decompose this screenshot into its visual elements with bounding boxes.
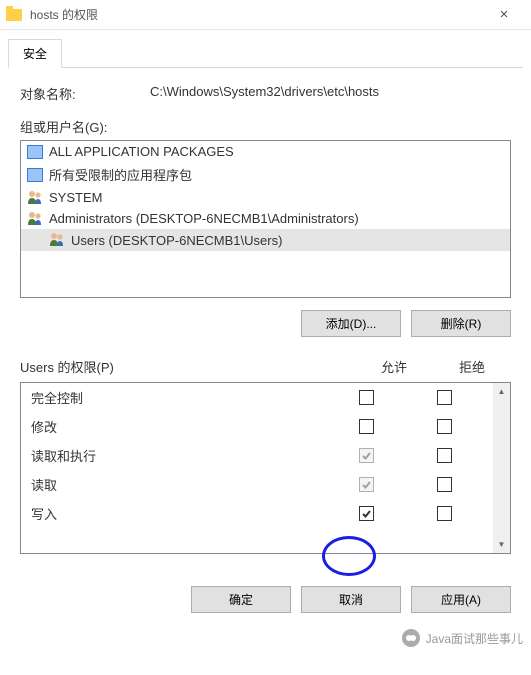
permission-row: 修改 [21, 412, 493, 441]
list-item[interactable]: Administrators (DESKTOP-6NECMB1\Administ… [21, 208, 510, 229]
cancel-button[interactable]: 取消 [301, 586, 401, 613]
groups-listbox[interactable]: ALL APPLICATION PACKAGES 所有受限制的应用程序包 SYS… [20, 140, 511, 298]
list-item-label: 所有受限制的应用程序包 [49, 165, 192, 184]
users-icon [49, 233, 65, 247]
list-item-label: SYSTEM [49, 190, 102, 205]
watermark-text: Java面试那些事儿 [426, 630, 523, 647]
list-item-label: Administrators (DESKTOP-6NECMB1\Administ… [49, 211, 359, 226]
window-title: hosts 的权限 [30, 6, 98, 23]
permission-name: 完全控制 [31, 388, 327, 407]
deny-checkbox[interactable] [437, 419, 452, 434]
groups-label: 组或用户名(G): [8, 117, 523, 140]
apply-button-label: 应用(A) [441, 593, 481, 607]
allow-checkbox[interactable] [359, 390, 374, 405]
permissions-list: 完全控制 修改 读取和执行 读取 [21, 383, 493, 553]
remove-button-label: 删除(R) [441, 317, 482, 331]
permissions-area: Users 的权限(P) 允许 拒绝 完全控制 修改 读取和执行 [8, 349, 523, 554]
deny-checkbox[interactable] [437, 448, 452, 463]
close-icon: × [500, 6, 509, 23]
apply-button[interactable]: 应用(A) [411, 586, 511, 613]
add-button-label: 添加(D)... [326, 317, 377, 331]
group-buttons: 添加(D)... 删除(R) [8, 298, 523, 349]
permissions-listbox: 完全控制 修改 读取和执行 读取 [20, 382, 511, 554]
tab-security-label: 安全 [23, 47, 47, 61]
list-item[interactable]: Users (DESKTOP-6NECMB1\Users) [21, 229, 510, 251]
list-item[interactable]: 所有受限制的应用程序包 [21, 162, 510, 187]
watermark: Java面试那些事儿 [402, 629, 523, 647]
window-titlebar: hosts 的权限 × [0, 0, 531, 30]
deny-checkbox[interactable] [437, 390, 452, 405]
deny-checkbox[interactable] [437, 506, 452, 521]
package-icon [27, 145, 43, 159]
permission-row: 完全控制 [21, 383, 493, 412]
wechat-icon [402, 629, 420, 647]
permission-name: 写入 [31, 504, 327, 523]
scroll-track[interactable] [493, 400, 510, 536]
list-item[interactable]: SYSTEM [21, 187, 510, 208]
folder-icon [6, 9, 22, 21]
object-name-value: C:\Windows\System32\drivers\etc\hosts [150, 84, 511, 103]
allow-checkbox[interactable] [359, 477, 374, 492]
dialog-content: 安全 对象名称: C:\Windows\System32\drivers\etc… [0, 30, 531, 625]
close-button[interactable]: × [483, 0, 525, 30]
list-item-label: Users (DESKTOP-6NECMB1\Users) [71, 233, 282, 248]
allow-checkbox[interactable] [359, 448, 374, 463]
dialog-footer: 确定 取消 应用(A) [8, 572, 523, 625]
users-icon [27, 191, 43, 205]
list-item[interactable]: ALL APPLICATION PACKAGES [21, 141, 510, 162]
permission-name: 读取 [31, 475, 327, 494]
allow-column-header: 允许 [355, 357, 433, 376]
tab-security[interactable]: 安全 [8, 39, 62, 68]
cancel-button-label: 取消 [339, 593, 363, 607]
ok-button-label: 确定 [229, 593, 253, 607]
permissions-header-label: Users 的权限(P) [20, 357, 355, 376]
package-icon [27, 168, 43, 182]
object-name-label: 对象名称: [20, 84, 150, 103]
permission-row: 读取和执行 [21, 441, 493, 470]
permissions-header: Users 的权限(P) 允许 拒绝 [20, 357, 511, 382]
users-icon [27, 212, 43, 226]
permission-name: 修改 [31, 417, 327, 436]
tab-row: 安全 [8, 38, 523, 68]
list-item-label: ALL APPLICATION PACKAGES [49, 144, 234, 159]
deny-checkbox[interactable] [437, 477, 452, 492]
remove-button[interactable]: 删除(R) [411, 310, 511, 337]
allow-checkbox[interactable] [359, 419, 374, 434]
scroll-down-button[interactable]: ▼ [493, 536, 510, 553]
deny-column-header: 拒绝 [433, 357, 511, 376]
permission-row: 读取 [21, 470, 493, 499]
add-button[interactable]: 添加(D)... [301, 310, 401, 337]
allow-checkbox[interactable] [359, 506, 374, 521]
object-name-row: 对象名称: C:\Windows\System32\drivers\etc\ho… [8, 80, 523, 117]
scroll-up-button[interactable]: ▲ [493, 383, 510, 400]
permission-name: 读取和执行 [31, 446, 327, 465]
permission-row: 写入 [21, 499, 493, 528]
permissions-scrollbar[interactable]: ▲ ▼ [493, 383, 510, 553]
ok-button[interactable]: 确定 [191, 586, 291, 613]
